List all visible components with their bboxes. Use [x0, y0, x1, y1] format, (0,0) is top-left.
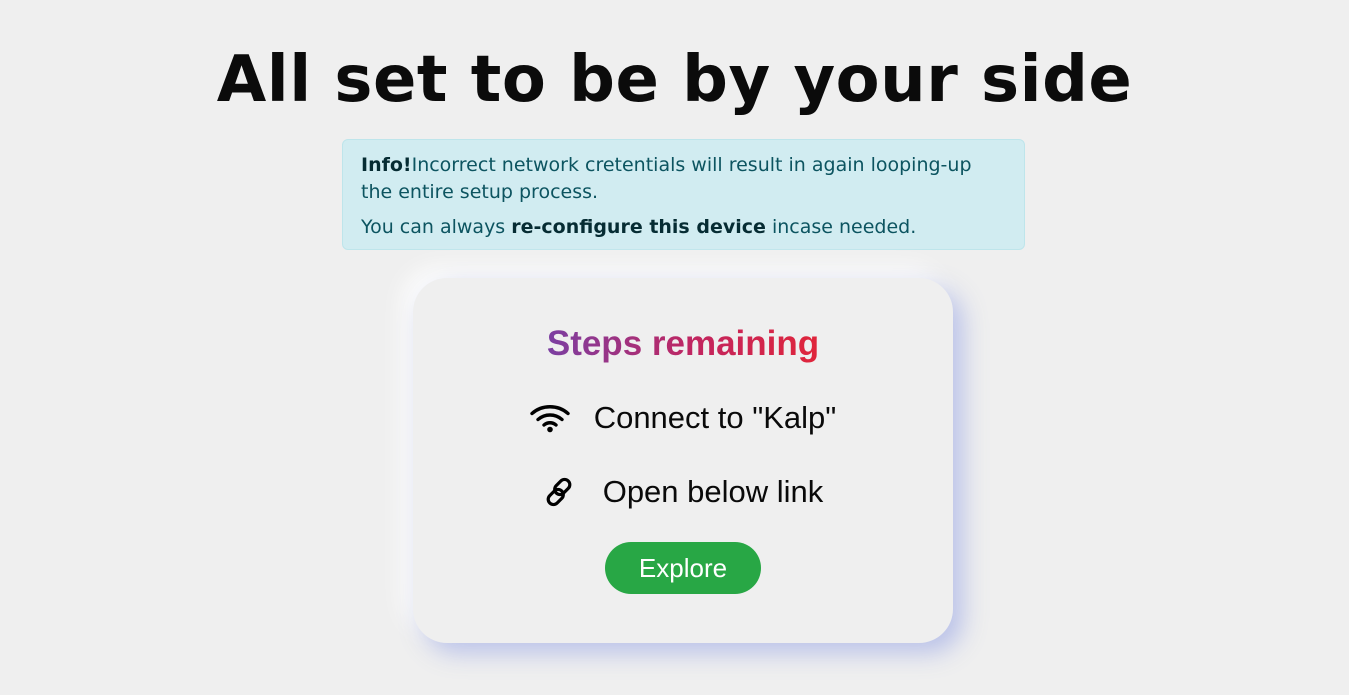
- step-open-link: Open below link: [413, 470, 953, 514]
- step-connect-text: Connect to "Kalp": [593, 400, 837, 435]
- alert-message: Incorrect network cretentials will resul…: [361, 154, 972, 203]
- step-open-link-text: Open below link: [602, 474, 824, 509]
- steps-heading: Steps remaining: [547, 322, 819, 366]
- alert-line2-suffix: incase needed.: [765, 216, 917, 238]
- explore-button[interactable]: Explore: [605, 542, 761, 594]
- alert-line2-bold: re-configure this device: [511, 216, 766, 238]
- alert-label: Info!: [361, 154, 412, 176]
- alert-line2-prefix: You can always: [361, 216, 512, 238]
- page-title: All set to be by your side: [216, 43, 1133, 117]
- steps-heading-wrap: Steps remaining: [413, 322, 953, 366]
- alert-line-1: Info!Incorrect network cretentials will …: [361, 152, 1006, 206]
- wifi-icon: [529, 403, 570, 433]
- alert-line-2: You can always re-configure this device …: [361, 214, 1006, 241]
- steps-card: Steps remaining Connect to "Kalp" Open b…: [413, 278, 953, 643]
- info-alert: Info!Incorrect network cretentials will …: [342, 139, 1025, 250]
- link-icon: [543, 476, 575, 508]
- step-connect-wifi: Connect to "Kalp": [413, 396, 953, 440]
